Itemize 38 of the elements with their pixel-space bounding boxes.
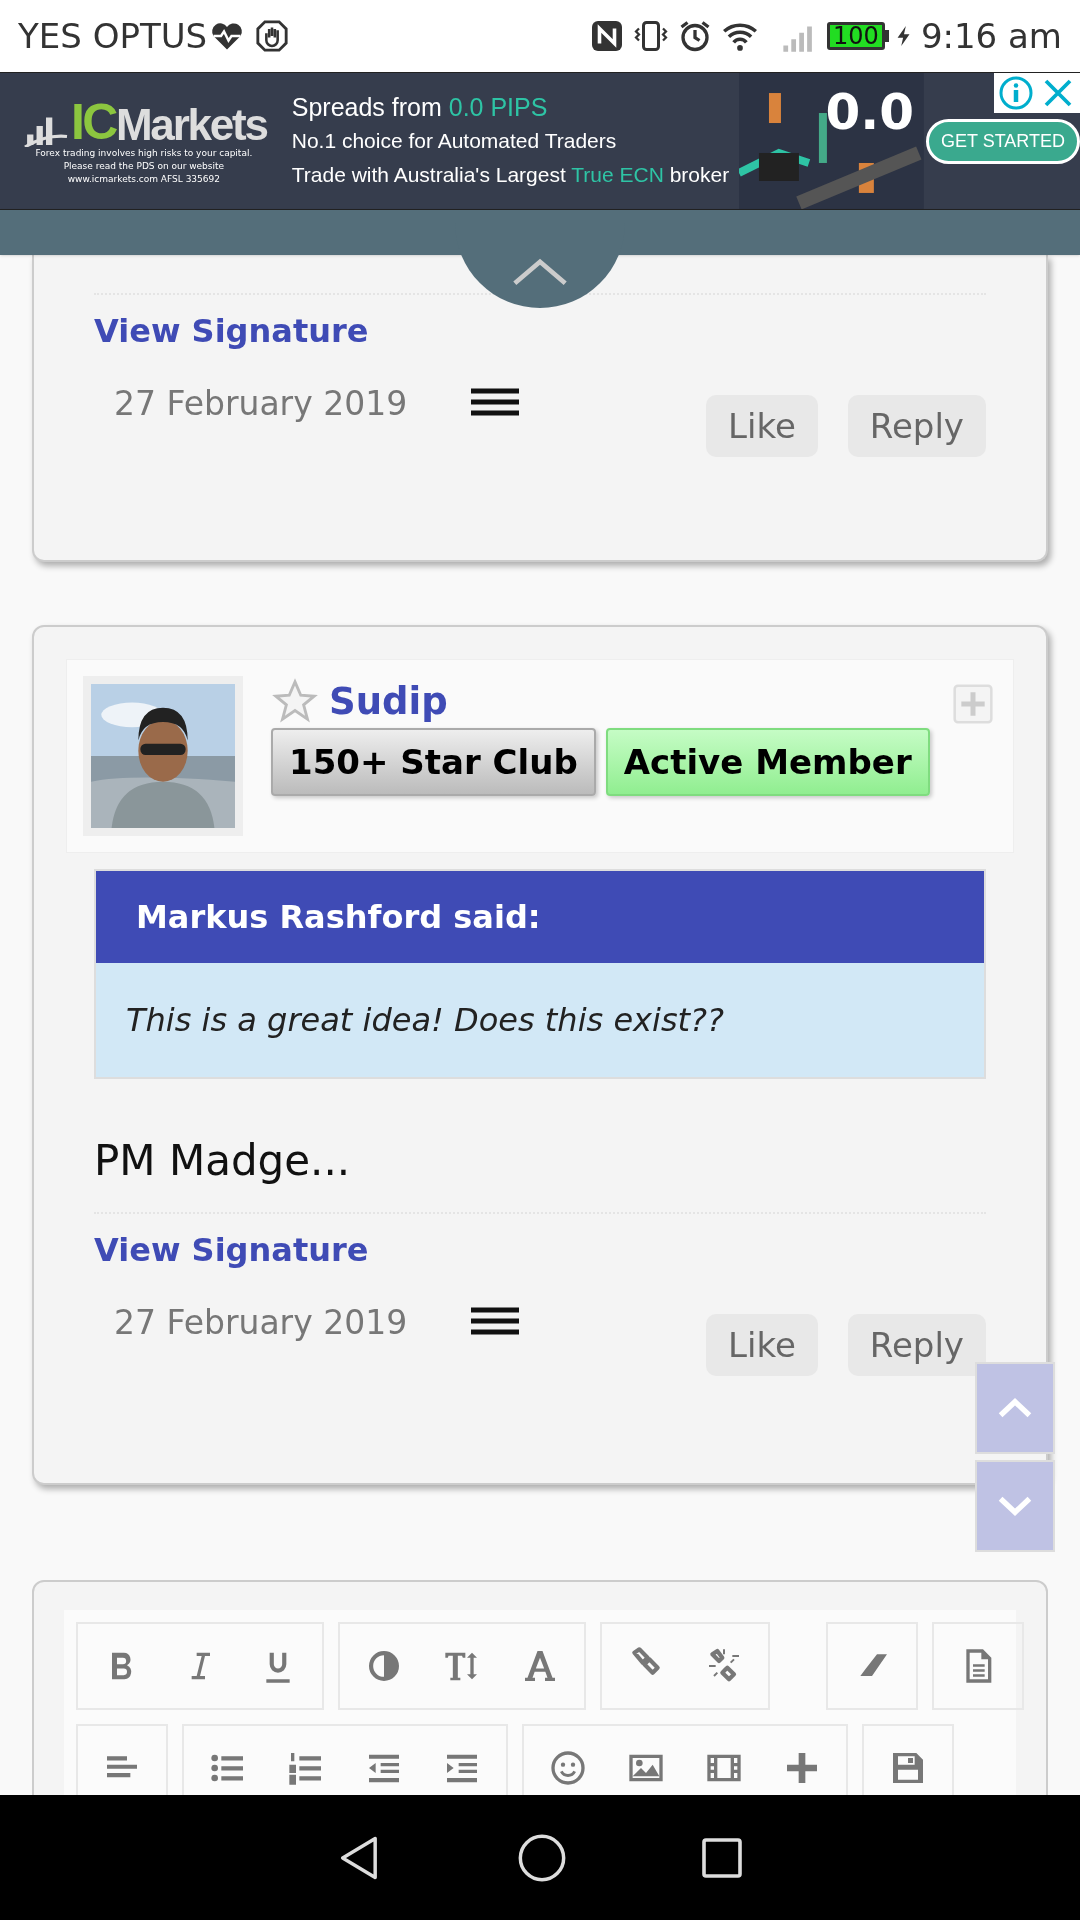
view-signature-link[interactable]: View Signature — [94, 307, 369, 355]
disclaimer-text: Please read the PDS on our website — [63, 159, 225, 173]
chevron-down-icon — [997, 1495, 1033, 1517]
quote-header: Markus Rashford said: — [96, 871, 984, 963]
post-body: PM Madge... — [94, 1135, 352, 1187]
post-date: 27 February 2019 — [114, 1302, 408, 1344]
ad-tagline: Spreads from 0.0 PIPS — [291, 92, 549, 122]
clock-time: 9:16 am — [920, 14, 1062, 58]
disclaimer-text: www.icmarkets.com AFSL 335692 — [67, 172, 220, 186]
reply-button[interactable]: Reply — [847, 395, 986, 457]
ad-tagline: No.1 choice for Automated Traders — [291, 128, 618, 154]
brand-logo: Markets — [115, 102, 267, 147]
emoji-icon[interactable] — [548, 1748, 588, 1788]
hand-icon — [255, 19, 290, 53]
view-signature-link[interactable]: View Signature — [94, 1226, 369, 1274]
chevron-up-icon — [511, 258, 569, 286]
carrier-name: YES OPTUS — [18, 14, 208, 58]
like-button[interactable]: Like — [706, 1314, 818, 1376]
vibrate-icon — [633, 18, 670, 54]
menu-icon[interactable] — [471, 1306, 520, 1336]
post-date: 27 February 2019 — [114, 383, 408, 425]
author-name[interactable]: Sudip — [329, 682, 448, 720]
ad-banner[interactable] — [0, 72, 1080, 210]
chevron-up-icon — [997, 1397, 1033, 1419]
menu-icon[interactable] — [471, 387, 520, 417]
quote-text: This is a great idea! Does this exist?? — [96, 963, 984, 1077]
battery-level: 100 — [833, 24, 879, 48]
info-icon[interactable] — [998, 75, 1034, 111]
pips-graphic-text: 0.0 — [825, 87, 914, 137]
reply-button[interactable]: Reply — [847, 1314, 986, 1376]
member-badge: 150+ Star Club — [271, 728, 596, 796]
ad-tagline: Trade with Australia's Largest True ECN broker — [291, 162, 730, 188]
disclaimer-text: Forex trading involves high risks to your capital. — [35, 146, 253, 160]
member-badge: Active Member — [605, 728, 930, 796]
get-started-button[interactable]: GET STARTED — [925, 118, 1080, 164]
brand-logo-prefix: IC — [70, 96, 116, 147]
star-icon — [271, 678, 319, 724]
like-button[interactable]: Like — [706, 395, 818, 457]
